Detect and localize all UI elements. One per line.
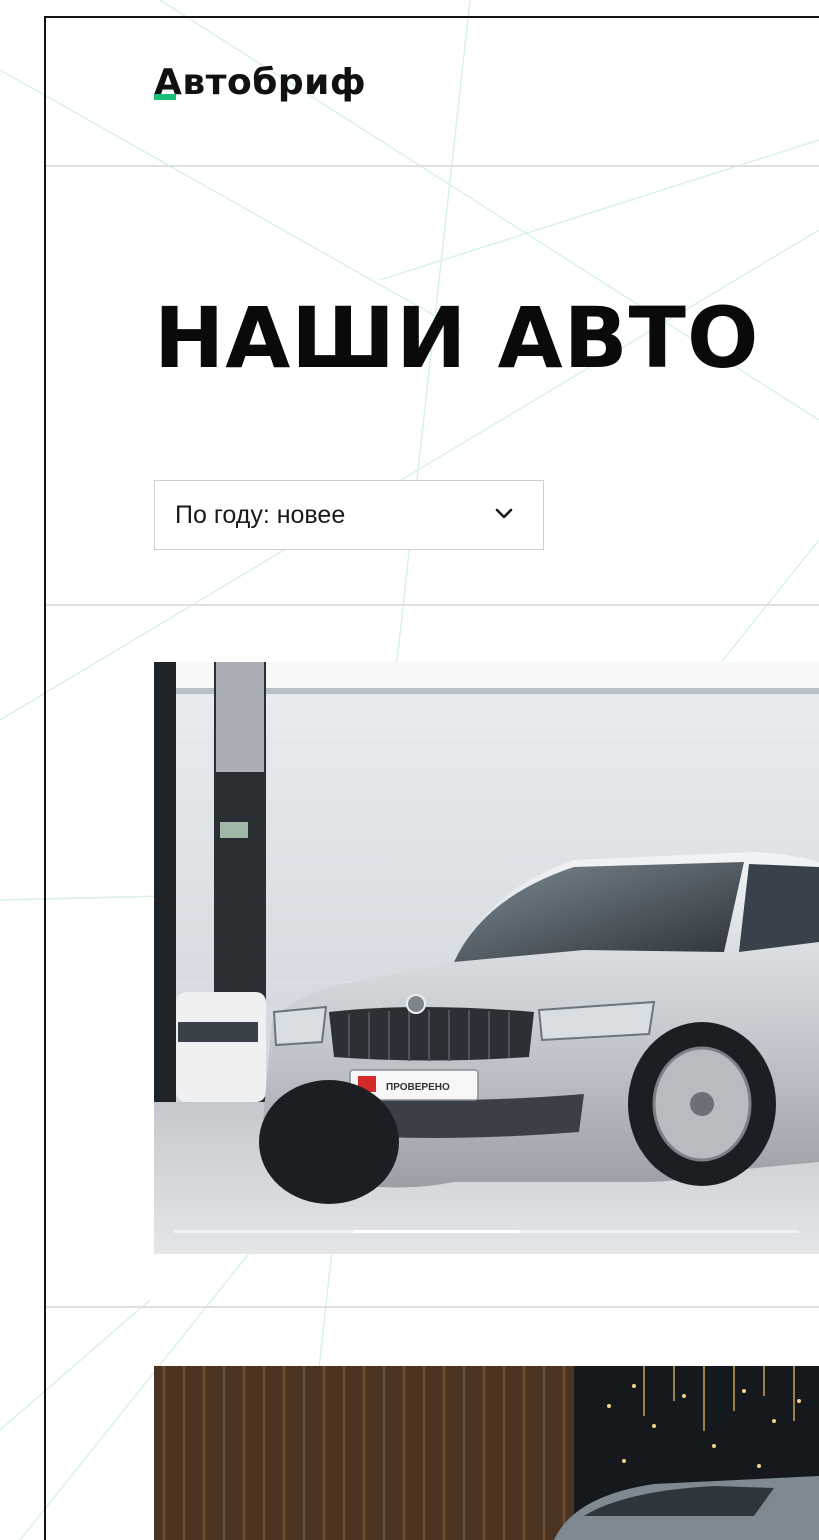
listing-photo[interactable]	[154, 1366, 819, 1540]
listing-photo[interactable]: ПРОВЕРЕНО	[154, 662, 819, 1254]
car-photo	[154, 1366, 819, 1540]
verified-badge-text: ПРОВЕРЕНО	[386, 1082, 450, 1093]
page: Автобриф НАШИ АВТО По году: новее ПРОВЕР…	[0, 0, 819, 1540]
logo-text: Автобриф	[154, 61, 367, 103]
car-photo: ПРОВЕРЕНО	[154, 662, 819, 1254]
logo[interactable]: Автобриф	[154, 52, 366, 112]
page-title: НАШИ АВТО	[154, 289, 760, 387]
listing-divider	[46, 1306, 819, 1308]
slide-indicator-active	[354, 1230, 519, 1233]
sort-select[interactable]: По году: новее	[154, 480, 544, 550]
logo-accent-mark	[154, 94, 176, 100]
header-divider	[46, 165, 819, 167]
sort-select-value: По году: новее	[175, 500, 346, 529]
chevron-down-icon	[495, 508, 513, 519]
filter-divider	[46, 604, 819, 606]
